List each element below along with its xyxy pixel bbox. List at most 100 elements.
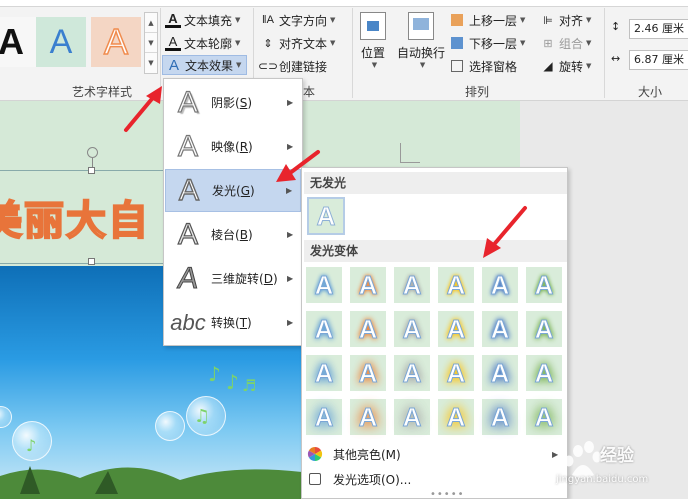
glow-variant-option[interactable]: A (526, 355, 562, 391)
more-glow-colors-label: 其他亮色(M) (333, 447, 401, 462)
resize-handle-top[interactable] (88, 167, 95, 174)
glow-icon: A (178, 173, 199, 207)
menu-item-3d-rotation[interactable]: A 三维旋转(D) ▶ (165, 257, 301, 300)
glow-variant-option[interactable]: A (482, 355, 518, 391)
menu-item-transform[interactable]: abc 转换(T) ▶ (165, 301, 301, 344)
glow-variant-option[interactable]: A (438, 311, 474, 347)
red-annotation-arrow-icon (124, 86, 162, 132)
glow-variant-option[interactable]: A (306, 267, 342, 303)
glow-variant-option[interactable]: A (394, 399, 430, 435)
glow-variant-option[interactable]: A (394, 311, 430, 347)
gallery-down-icon[interactable]: ▼ (145, 33, 157, 53)
height-field[interactable]: 2.46 厘米 (629, 19, 688, 39)
menu-resize-grip-icon[interactable]: ••••• (430, 489, 465, 499)
chevron-right-icon: ▶ (287, 318, 294, 327)
glow-variant-option[interactable]: A (394, 355, 430, 391)
text-fill-label: 文本填充 (184, 13, 233, 28)
group-button[interactable]: ⊞ 组合 ▼ (540, 33, 591, 53)
menu-item-label: 棱台(B) (211, 228, 253, 242)
align-button[interactable]: ⊫ 对齐 ▼ (540, 10, 591, 30)
chevron-down-icon: ▼ (520, 39, 526, 47)
3d-rotation-icon: A (175, 261, 201, 295)
chevron-right-icon: ▶ (287, 98, 294, 107)
music-note-icon: ♫ (194, 406, 211, 427)
glow-variant-option[interactable]: A (482, 267, 518, 303)
text-outline-icon: A (165, 34, 181, 51)
glow-variant-option[interactable]: A (350, 267, 386, 303)
wrap-text-label: 自动换行 (397, 46, 446, 60)
text-direction-button[interactable]: ‖A 文字方向 ▼ (260, 10, 335, 30)
watermark-brand: 经验 (600, 446, 634, 466)
menu-item-label: 转换(T) (211, 316, 252, 330)
glow-variant-option[interactable]: A (306, 311, 342, 347)
gallery-more-icon[interactable]: ▼ (145, 53, 157, 73)
gallery-up-icon[interactable]: ▲ (145, 13, 157, 33)
glow-variant-option[interactable]: A (526, 267, 562, 303)
group-icon: ⊞ (543, 37, 553, 50)
position-icon (360, 12, 386, 40)
selection-pane-label: 选择窗格 (469, 59, 518, 74)
chevron-down-icon: ▼ (235, 16, 241, 24)
send-backward-button[interactable]: 下移一层 ▼ (451, 33, 525, 53)
text-effects-icon: A (168, 56, 179, 74)
page-corner-mark (400, 143, 420, 163)
glow-variant-option[interactable]: A (350, 311, 386, 347)
glow-variant-option[interactable]: A (482, 311, 518, 347)
wordart-style-swatch-black[interactable]: A (0, 17, 36, 67)
chevron-right-icon: ▶ (287, 230, 294, 239)
glow-variant-option[interactable]: A (438, 355, 474, 391)
no-glow-option[interactable]: A (307, 197, 345, 235)
menu-item-shadow[interactable]: A 阴影(S) ▶ (165, 81, 301, 124)
glow-variant-option[interactable]: A (394, 267, 430, 303)
rotate-icon: ◢ (543, 59, 553, 73)
rotate-label: 旋转 (559, 59, 584, 74)
bring-forward-icon (451, 14, 463, 26)
menu-item-label: 阴影(S) (211, 96, 253, 110)
menu-item-bevel[interactable]: A 棱台(B) ▶ (165, 213, 301, 256)
position-button[interactable]: 位置 ▼ (360, 12, 386, 69)
resize-handle-bottom[interactable] (88, 258, 95, 265)
width-field[interactable]: 6.87 厘米 (629, 50, 688, 70)
reflection-icon: A (177, 129, 198, 163)
glow-variant-option[interactable]: A (438, 399, 474, 435)
glow-variant-option[interactable]: A (482, 399, 518, 435)
text-fill-button[interactable]: A 文本填充 ▼ (165, 10, 240, 30)
color-wheel-icon (307, 446, 323, 462)
align-text-button[interactable]: ⇕ 对齐文本 ▼ (260, 33, 335, 53)
ribbon-top-strip (0, 0, 688, 7)
align-icon: ⊫ (543, 14, 553, 27)
glow-variant-option[interactable]: A (306, 355, 342, 391)
rotate-button[interactable]: ◢ 旋转 ▼ (540, 56, 591, 76)
glow-variant-option[interactable]: A (306, 399, 342, 435)
chevron-down-icon: ▼ (330, 39, 336, 47)
chevron-down-icon: ▼ (330, 16, 336, 24)
glow-variant-option[interactable]: A (438, 267, 474, 303)
more-glow-colors-item[interactable]: 其他亮色(M) ▶ (303, 442, 566, 466)
divider (604, 8, 605, 98)
glow-options-item[interactable]: 发光选项(O)... (303, 467, 566, 491)
bring-forward-label: 上移一层 (469, 13, 518, 28)
wordart-style-swatch-orange[interactable]: A (91, 17, 141, 67)
wordart-style-swatch-blue[interactable]: A (36, 17, 86, 67)
text-effects-label: 文本效果 (185, 58, 234, 73)
rotate-handle[interactable] (87, 147, 98, 158)
bring-forward-button[interactable]: 上移一层 ▼ (451, 10, 525, 30)
create-link-label: 创建链接 (279, 59, 328, 74)
text-outline-button[interactable]: A 文本轮廓 ▼ (165, 33, 240, 53)
gallery-scrollbar[interactable]: ▲ ▼ ▼ (144, 12, 158, 74)
music-note-icon: ♬ (242, 376, 257, 395)
no-glow-header: 无发光 (304, 172, 567, 194)
glow-variant-option[interactable]: A (526, 399, 562, 435)
glow-variant-option[interactable]: A (350, 355, 386, 391)
music-note-icon: ♪ (226, 370, 239, 394)
align-text-icon: ⇕ (263, 37, 273, 50)
create-link-button[interactable]: ⊂⊃ 创建链接 (258, 56, 328, 76)
height-icon: ↕ (611, 20, 621, 33)
ribbon: A A A ▲ ▼ ▼ A 文本填充 ▼ A 文本轮廓 ▼ A 文本效果 ▼ 艺… (0, 0, 688, 101)
wrap-text-button[interactable]: 自动换行 ▼ (397, 12, 445, 69)
glow-variant-option[interactable]: A (350, 399, 386, 435)
selection-pane-button[interactable]: 选择窗格 (451, 56, 517, 76)
glow-variant-option[interactable]: A (526, 311, 562, 347)
text-effects-button[interactable]: A 文本效果 ▼ (162, 55, 247, 75)
wordart-text[interactable]: 美丽大自 (0, 188, 150, 246)
